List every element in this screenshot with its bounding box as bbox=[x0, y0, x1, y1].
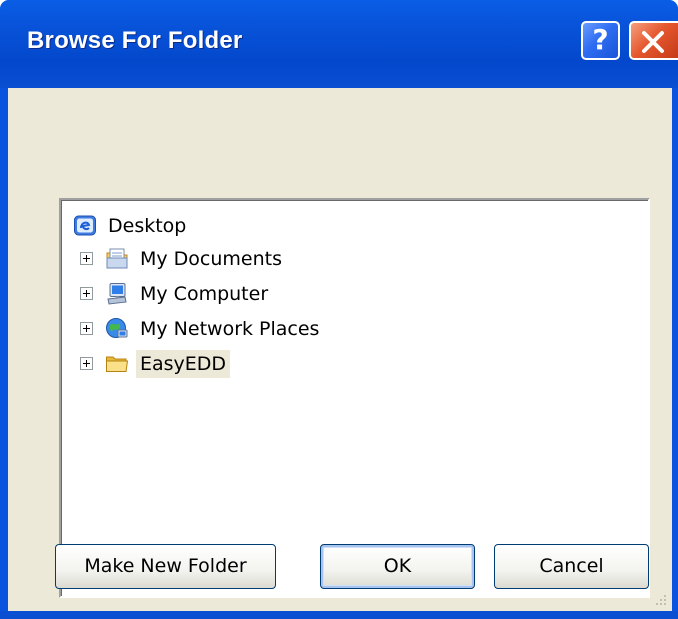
cancel-button[interactable]: Cancel bbox=[494, 544, 649, 589]
tree-item-my-network-places[interactable]: My Network Places bbox=[105, 312, 323, 346]
close-icon bbox=[642, 31, 664, 53]
resize-grip-icon[interactable] bbox=[652, 591, 668, 607]
tree-item-my-documents[interactable]: My Documents bbox=[105, 242, 286, 276]
expand-toggle[interactable] bbox=[80, 357, 93, 370]
expand-toggle[interactable] bbox=[80, 287, 93, 300]
window-bottom-border bbox=[0, 611, 678, 619]
tree-item-easyedd[interactable]: EasyEDD bbox=[105, 347, 231, 381]
window-title: Browse For Folder bbox=[27, 27, 243, 54]
desktop-icon bbox=[74, 215, 96, 236]
title-bar[interactable]: Browse For Folder ? bbox=[0, 0, 678, 88]
folder-tree[interactable]: Desktop My Documents My Computer My Netw… bbox=[59, 198, 650, 598]
my-documents-icon bbox=[106, 248, 128, 269]
network-places-icon bbox=[106, 318, 128, 338]
tree-item-desktop[interactable]: Desktop bbox=[73, 209, 190, 243]
dialog-body: Desktop My Documents My Computer My Netw… bbox=[8, 88, 672, 611]
make-new-folder-button[interactable]: Make New Folder bbox=[55, 544, 276, 589]
tree-item-label: My Computer bbox=[140, 283, 269, 305]
browse-for-folder-dialog: Browse For Folder ? Desktop My Documents… bbox=[0, 0, 678, 619]
tree-item-label: My Documents bbox=[140, 248, 283, 270]
tree-item-my-computer[interactable]: My Computer bbox=[105, 277, 272, 311]
tree-item-label: Desktop bbox=[108, 215, 187, 237]
my-computer-icon bbox=[107, 283, 127, 305]
ok-button[interactable]: OK bbox=[320, 544, 475, 589]
folder-icon bbox=[106, 356, 129, 372]
help-button[interactable]: ? bbox=[581, 21, 620, 60]
expand-toggle[interactable] bbox=[80, 252, 93, 265]
expand-toggle[interactable] bbox=[80, 322, 93, 335]
tree-item-label: EasyEDD bbox=[136, 350, 231, 378]
tree-item-label: My Network Places bbox=[140, 318, 320, 340]
close-button[interactable] bbox=[629, 21, 678, 60]
